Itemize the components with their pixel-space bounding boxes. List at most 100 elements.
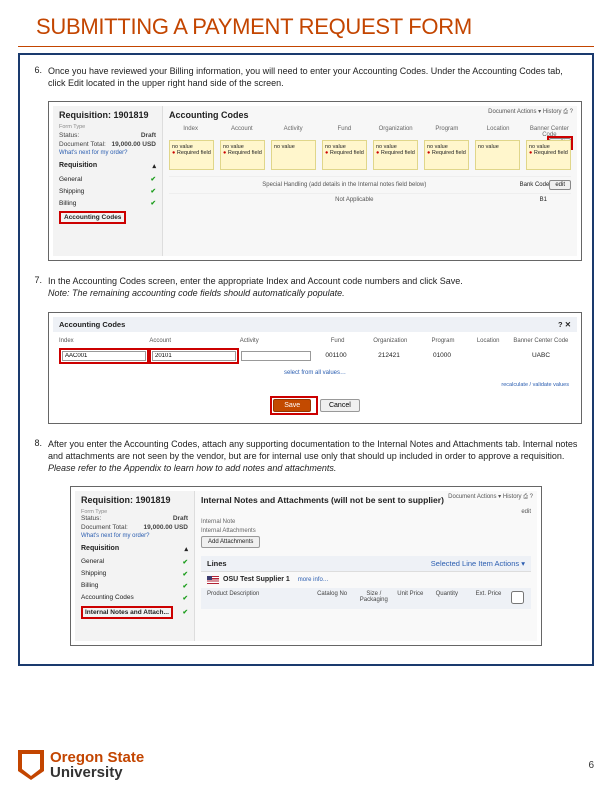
lines-title: Lines xyxy=(207,559,227,568)
dialog-title: Accounting Codes xyxy=(59,320,125,329)
screenshot-enter-codes: Accounting Codes ? ✕ IndexAccountActivit… xyxy=(48,312,582,424)
sidebar-item-shipping[interactable]: Shipping✔ xyxy=(81,568,188,580)
status-value: Draft xyxy=(173,515,188,522)
warning-icon: ● xyxy=(223,150,226,156)
add-attachments-button[interactable]: Add Attachments xyxy=(201,536,260,548)
select-all-values-link[interactable]: select from all values… xyxy=(53,366,577,380)
activity-input[interactable] xyxy=(241,351,311,361)
step-8: 8. After you enter the Accounting Codes,… xyxy=(20,434,592,482)
requisition-accordion-header[interactable]: Requisition ▴ xyxy=(59,162,156,169)
code-columns-header: IndexAccountActivityFundOrganizationProg… xyxy=(53,332,577,346)
check-icon: ✔ xyxy=(183,594,188,602)
check-icon: ✔ xyxy=(183,570,188,578)
location-cell: no value xyxy=(475,140,520,170)
edit-link[interactable]: edit xyxy=(521,509,531,515)
step-note: Note: The remaining accounting code fiel… xyxy=(48,288,345,298)
step-number: 8. xyxy=(30,438,48,474)
status-label: Status: xyxy=(81,515,101,522)
status-label: Status: xyxy=(59,132,79,139)
check-icon: ✔ xyxy=(151,175,156,183)
sidebar-item-accounting-codes[interactable]: Accounting Codes xyxy=(59,209,156,226)
page-title: SUBMITTING A PAYMENT REQUEST FORM xyxy=(18,0,594,47)
doctotal-label: Document Total: xyxy=(59,141,106,148)
sidebar-item-internal-notes[interactable]: Internal Notes and Attach...✔ xyxy=(81,604,188,621)
internal-note-label: Internal Note xyxy=(201,519,531,525)
step-6: 6. Once you have reviewed your Billing i… xyxy=(20,61,592,97)
requisition-header: Requisition: 1901819 xyxy=(59,110,156,120)
program-cell: no value● Required field xyxy=(424,140,469,170)
account-input[interactable] xyxy=(152,351,236,361)
special-handling-value: Not Applicable xyxy=(169,197,540,203)
fund-value: 001100 xyxy=(313,352,359,359)
special-handling-label: Special Handling (add details in the Int… xyxy=(169,182,520,188)
doctotal-value: 19,000.00 USD xyxy=(112,141,156,148)
org-name-line2: University xyxy=(50,765,144,780)
line-actions-dropdown[interactable]: Selected Line Item Actions ▾ xyxy=(431,559,525,568)
supplier-name: OSU Test Supplier 1 xyxy=(223,576,290,583)
osu-logo: Oregon State University xyxy=(18,750,144,780)
warning-icon: ● xyxy=(325,150,328,156)
requisition-accordion-header[interactable]: Requisition ▴ xyxy=(81,545,188,552)
step-number: 7. xyxy=(30,275,48,299)
index-cell: no value● Required field xyxy=(169,140,214,170)
edit-button[interactable]: edit xyxy=(549,180,571,190)
page-number: 6 xyxy=(588,760,594,771)
org-value: 212421 xyxy=(359,352,419,359)
fund-cell: no value● Required field xyxy=(322,140,367,170)
whats-next-link[interactable]: What's next for my order? xyxy=(81,533,188,539)
check-icon: ✔ xyxy=(151,199,156,207)
centercode-value: UABC xyxy=(511,352,571,359)
program-value: 01000 xyxy=(419,352,465,359)
step-text: After you enter the Accounting Codes, at… xyxy=(48,439,577,461)
warning-icon: ● xyxy=(172,150,175,156)
requisition-sidebar: Requisition: 1901819 Form Type Status: Dr… xyxy=(53,106,163,256)
check-icon: ✔ xyxy=(183,582,188,590)
org-cell: no value● Required field xyxy=(373,140,418,170)
screenshot-internal-notes: Requisition: 1901819 Form Type Status:Dr… xyxy=(70,486,542,646)
code-values-row: no value● Required field no value● Requi… xyxy=(169,140,571,170)
product-columns-header: Product DescriptionCatalog NoSize / Pack… xyxy=(201,588,531,609)
sidebar-item-shipping[interactable]: Shipping✔ xyxy=(59,185,156,197)
content-frame: 6. Once you have reviewed your Billing i… xyxy=(18,53,594,666)
requisition-sidebar: Requisition: 1901819 Form Type Status:Dr… xyxy=(75,491,195,641)
warning-icon: ● xyxy=(376,150,379,156)
internal-attachments-label: Internal Attachments xyxy=(201,528,531,534)
recalculate-link[interactable]: recalculate / validate values xyxy=(53,380,577,390)
save-button[interactable]: Save xyxy=(273,399,311,412)
document-actions[interactable]: Document Actions ▾ History ⎙ ? xyxy=(448,493,533,501)
doctotal-value: 19,000.00 USD xyxy=(144,524,188,531)
bank-code-value: B1 xyxy=(540,197,547,203)
account-cell: no value● Required field xyxy=(220,140,265,170)
activity-cell: no value xyxy=(271,140,316,170)
form-type-label: Form Type xyxy=(59,124,156,130)
sidebar-item-general[interactable]: General✔ xyxy=(59,173,156,185)
page-footer: Oregon State University 6 xyxy=(18,750,594,780)
screenshot-accounting-codes: Requisition: 1901819 Form Type Status: Dr… xyxy=(48,101,582,261)
more-info-link[interactable]: more info… xyxy=(298,577,329,583)
step-7: 7. In the Accounting Codes screen, enter… xyxy=(20,271,592,307)
step-number: 6. xyxy=(30,65,48,89)
supplier-row: OSU Test Supplier 1 more info… xyxy=(201,571,531,588)
select-all-checkbox[interactable] xyxy=(511,591,524,604)
cancel-button[interactable]: Cancel xyxy=(320,399,360,412)
org-name-line1: Oregon State xyxy=(50,750,144,765)
whats-next-link[interactable]: What's next for my order? xyxy=(59,150,156,156)
warning-icon: ● xyxy=(529,150,532,156)
doctotal-label: Document Total: xyxy=(81,524,128,531)
sidebar-item-billing[interactable]: Billing✔ xyxy=(59,197,156,209)
document-actions[interactable]: Document Actions ▾ History ⎙ ? xyxy=(488,108,573,116)
step-text: In the Accounting Codes screen, enter th… xyxy=(48,276,463,286)
bank-code-label: Bank Code xyxy=(520,182,550,188)
status-value: Draft xyxy=(141,132,156,139)
sidebar-item-billing[interactable]: Billing✔ xyxy=(81,580,188,592)
centercode-cell: no value● Required field xyxy=(526,140,571,170)
sidebar-item-accounting-codes[interactable]: Accounting Codes✔ xyxy=(81,592,188,604)
dialog-close[interactable]: ? ✕ xyxy=(558,320,571,329)
us-flag-icon xyxy=(207,576,219,584)
index-input[interactable] xyxy=(62,351,146,361)
osu-shield-icon xyxy=(18,750,44,780)
check-icon: ✔ xyxy=(183,608,188,616)
requisition-header: Requisition: 1901819 xyxy=(81,495,188,505)
sidebar-item-general[interactable]: General✔ xyxy=(81,556,188,568)
check-icon: ✔ xyxy=(183,558,188,566)
